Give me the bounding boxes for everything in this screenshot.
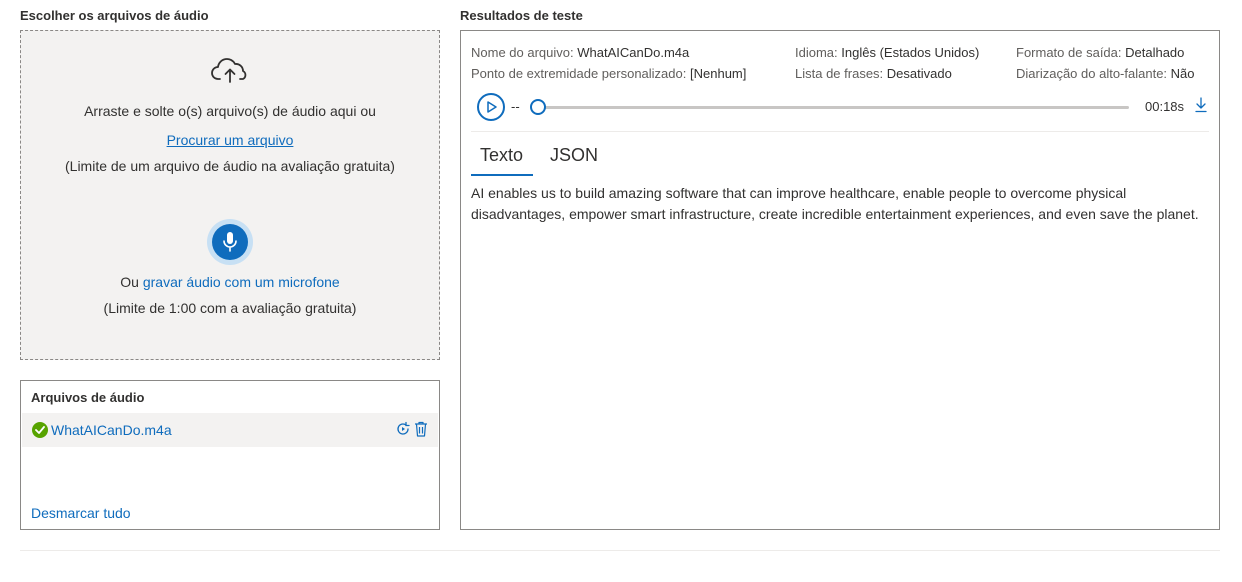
file-limit-note: (Limite de um arquivo de áudio na avalia… xyxy=(65,158,395,174)
check-circle-icon xyxy=(32,422,48,438)
meta-endpoint-value: [Nenhum] xyxy=(690,66,747,81)
meta-diarization-label: Diarização do alto-falante: xyxy=(1016,66,1168,81)
meta-phrase-list: Lista de frases: Desativado xyxy=(795,66,952,81)
record-prefix: Ou xyxy=(120,274,143,290)
microphone-icon xyxy=(223,232,237,252)
test-results-panel: Nome do arquivo: WhatAICanDo.m4a Ponto d… xyxy=(460,30,1220,530)
meta-endpoint: Ponto de extremidade personalizado: [Nen… xyxy=(471,66,746,81)
meta-output-format-value: Detalhado xyxy=(1125,45,1185,60)
download-icon[interactable] xyxy=(1195,97,1207,113)
audio-duration: 00:18s xyxy=(1145,99,1185,114)
meta-diarization: Diarização do alto-falante: Não xyxy=(1016,66,1195,81)
record-limit-note: (Limite de 1:00 com a avaliação gratuita… xyxy=(103,300,357,316)
audio-progress-track[interactable] xyxy=(539,106,1129,109)
meta-filename: Nome do arquivo: WhatAICanDo.m4a xyxy=(471,45,689,60)
meta-filename-label: Nome do arquivo: xyxy=(471,45,574,60)
record-microphone-button[interactable] xyxy=(212,224,248,260)
results-section-title: Resultados de teste xyxy=(460,8,583,23)
meta-filename-value: WhatAICanDo.m4a xyxy=(577,45,690,60)
meta-endpoint-label: Ponto de extremidade personalizado: xyxy=(471,66,687,81)
meta-language-value: Inglês (Estados Unidos) xyxy=(841,45,980,60)
cloud-upload-icon xyxy=(211,58,247,83)
play-button[interactable] xyxy=(477,93,505,121)
tab-json[interactable]: JSON xyxy=(550,145,598,166)
elapsed-time: -- xyxy=(511,99,520,114)
delete-icon[interactable] xyxy=(414,421,428,437)
meta-phrase-list-value: Desativado xyxy=(886,66,952,81)
meta-phrase-list-label: Lista de frases: xyxy=(795,66,884,81)
clear-all-link[interactable]: Desmarcar tudo xyxy=(31,505,131,521)
record-audio-link[interactable]: gravar áudio com um microfone xyxy=(143,274,340,290)
audio-files-title: Arquivos de áudio xyxy=(31,390,145,405)
bottom-divider xyxy=(20,550,1220,551)
retry-icon[interactable] xyxy=(395,421,411,437)
meta-output-format-label: Formato de saída: xyxy=(1016,45,1122,60)
meta-language: Idioma: Inglês (Estados Unidos) xyxy=(795,45,979,60)
meta-output-format: Formato de saída: Detalhado xyxy=(1016,45,1184,60)
drop-instructions: Arraste e solte o(s) arquivo(s) de áudio… xyxy=(84,103,376,119)
file-name-link[interactable]: WhatAICanDo.m4a xyxy=(51,422,172,438)
selected-tab-indicator xyxy=(471,174,533,176)
play-icon xyxy=(487,101,497,113)
meta-diarization-value: Não xyxy=(1170,66,1195,81)
tab-text[interactable]: Texto xyxy=(480,145,523,166)
audio-files-panel: Arquivos de áudio WhatAICanDo.m4a Desmar… xyxy=(20,380,440,530)
audio-progress-thumb[interactable] xyxy=(530,99,546,115)
record-audio-line: Ou gravar áudio com um microfone xyxy=(21,274,439,290)
meta-language-label: Idioma: xyxy=(795,45,838,60)
audio-dropzone[interactable]: Arraste e solte o(s) arquivo(s) de áudio… xyxy=(20,30,440,360)
upload-section-title: Escolher os arquivos de áudio xyxy=(20,8,209,23)
file-list-item[interactable]: WhatAICanDo.m4a xyxy=(22,413,438,447)
player-divider xyxy=(471,131,1209,132)
browse-file-link[interactable]: Procurar um arquivo xyxy=(21,132,439,148)
transcript-text: AI enables us to build amazing software … xyxy=(471,185,1199,222)
